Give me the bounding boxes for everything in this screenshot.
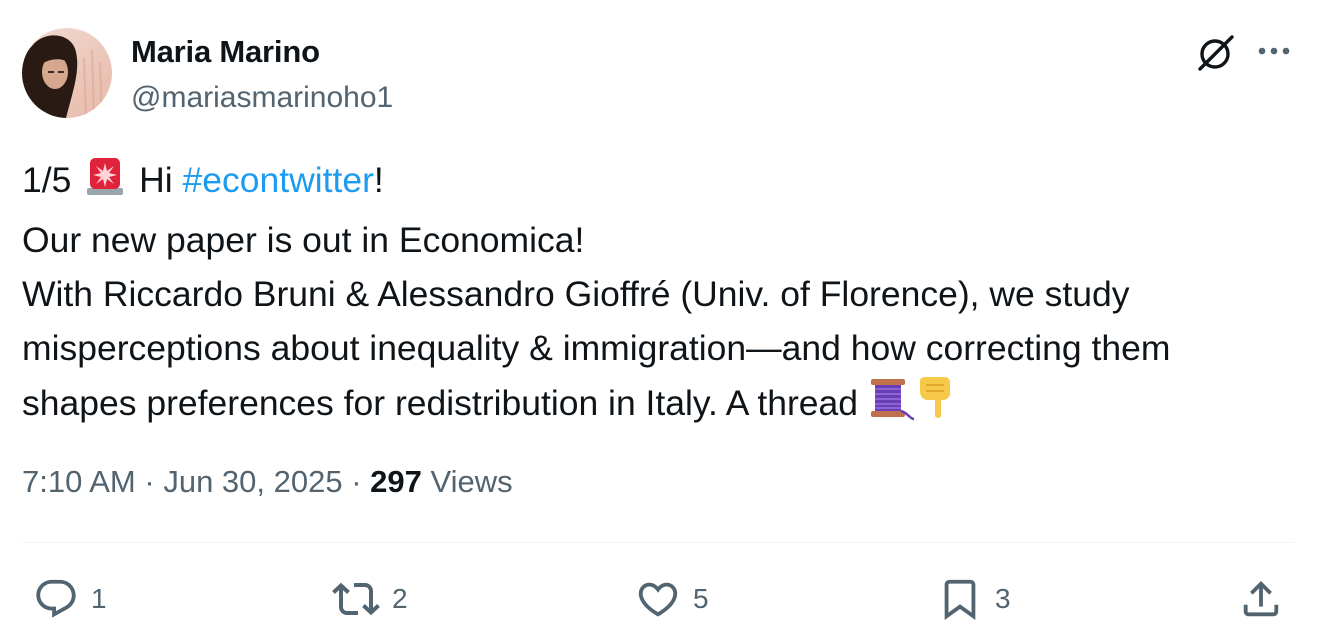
reply-button[interactable]: 1 (33, 574, 107, 624)
grok-icon[interactable] (1194, 31, 1236, 73)
repost-count: 2 (392, 583, 408, 614)
tweet-date[interactable]: Jun 30, 2025 (163, 464, 342, 499)
tweet: Maria Marino @mariasmarinoho1 1/5 Hi #ec… (0, 0, 1329, 628)
tweet-meta: 7:10 AM · Jun 30, 2025 · 297 Views (22, 460, 513, 504)
author-display-name[interactable]: Maria Marino (131, 34, 393, 70)
tweet-greeting: Hi (139, 160, 173, 200)
meta-separator: · (351, 464, 362, 499)
like-count: 5 (693, 583, 709, 614)
rotating-light-emoji (81, 154, 129, 213)
repost-button[interactable]: 2 (332, 574, 408, 624)
avatar-photo (22, 28, 112, 118)
author-block: Maria Marino @mariasmarinoho1 (131, 34, 393, 116)
bookmark-icon (944, 579, 976, 620)
thread-spool-emoji (868, 375, 915, 436)
divider (22, 542, 1294, 543)
tweet-time[interactable]: 7:10 AM (22, 464, 136, 499)
bookmark-button[interactable]: 3 (937, 574, 1011, 624)
tweet-text: 1/5 Hi #econtwitter! Our new paper is ou… (22, 153, 1312, 436)
like-icon (638, 582, 678, 617)
more-icon[interactable] (1254, 34, 1294, 68)
like-button[interactable]: 5 (635, 574, 709, 624)
tweet-line-4: misperceptions about inequality & immigr… (22, 328, 1171, 368)
views-count: 297 (370, 464, 422, 499)
share-icon (1243, 580, 1279, 617)
reply-count: 1 (91, 583, 107, 614)
share-button[interactable] (1238, 574, 1284, 624)
reply-icon (36, 579, 76, 618)
author-handle[interactable]: @mariasmarinoho1 (131, 80, 393, 116)
tweet-exclamation: ! (373, 160, 384, 200)
avatar[interactable] (22, 28, 112, 118)
tweet-line-5-text: shapes preferences for redistribution in… (22, 383, 859, 423)
tweet-counter: 1/5 (22, 160, 72, 200)
tweet-line-2: Our new paper is out in Economica! (22, 220, 585, 260)
tweet-line-1: 1/5 Hi #econtwitter! (22, 153, 1312, 213)
tweet-line-3: With Riccardo Bruni & Alessandro Gioffré… (22, 274, 1130, 314)
bookmark-count: 3 (995, 583, 1011, 614)
pointing-down-emoji (914, 375, 956, 436)
repost-icon (332, 582, 380, 616)
tweet-line-5: shapes preferences for redistribution in… (22, 375, 1312, 436)
views-label: Views (430, 464, 513, 499)
hashtag-link[interactable]: #econtwitter (183, 160, 374, 200)
meta-separator: · (144, 464, 155, 499)
